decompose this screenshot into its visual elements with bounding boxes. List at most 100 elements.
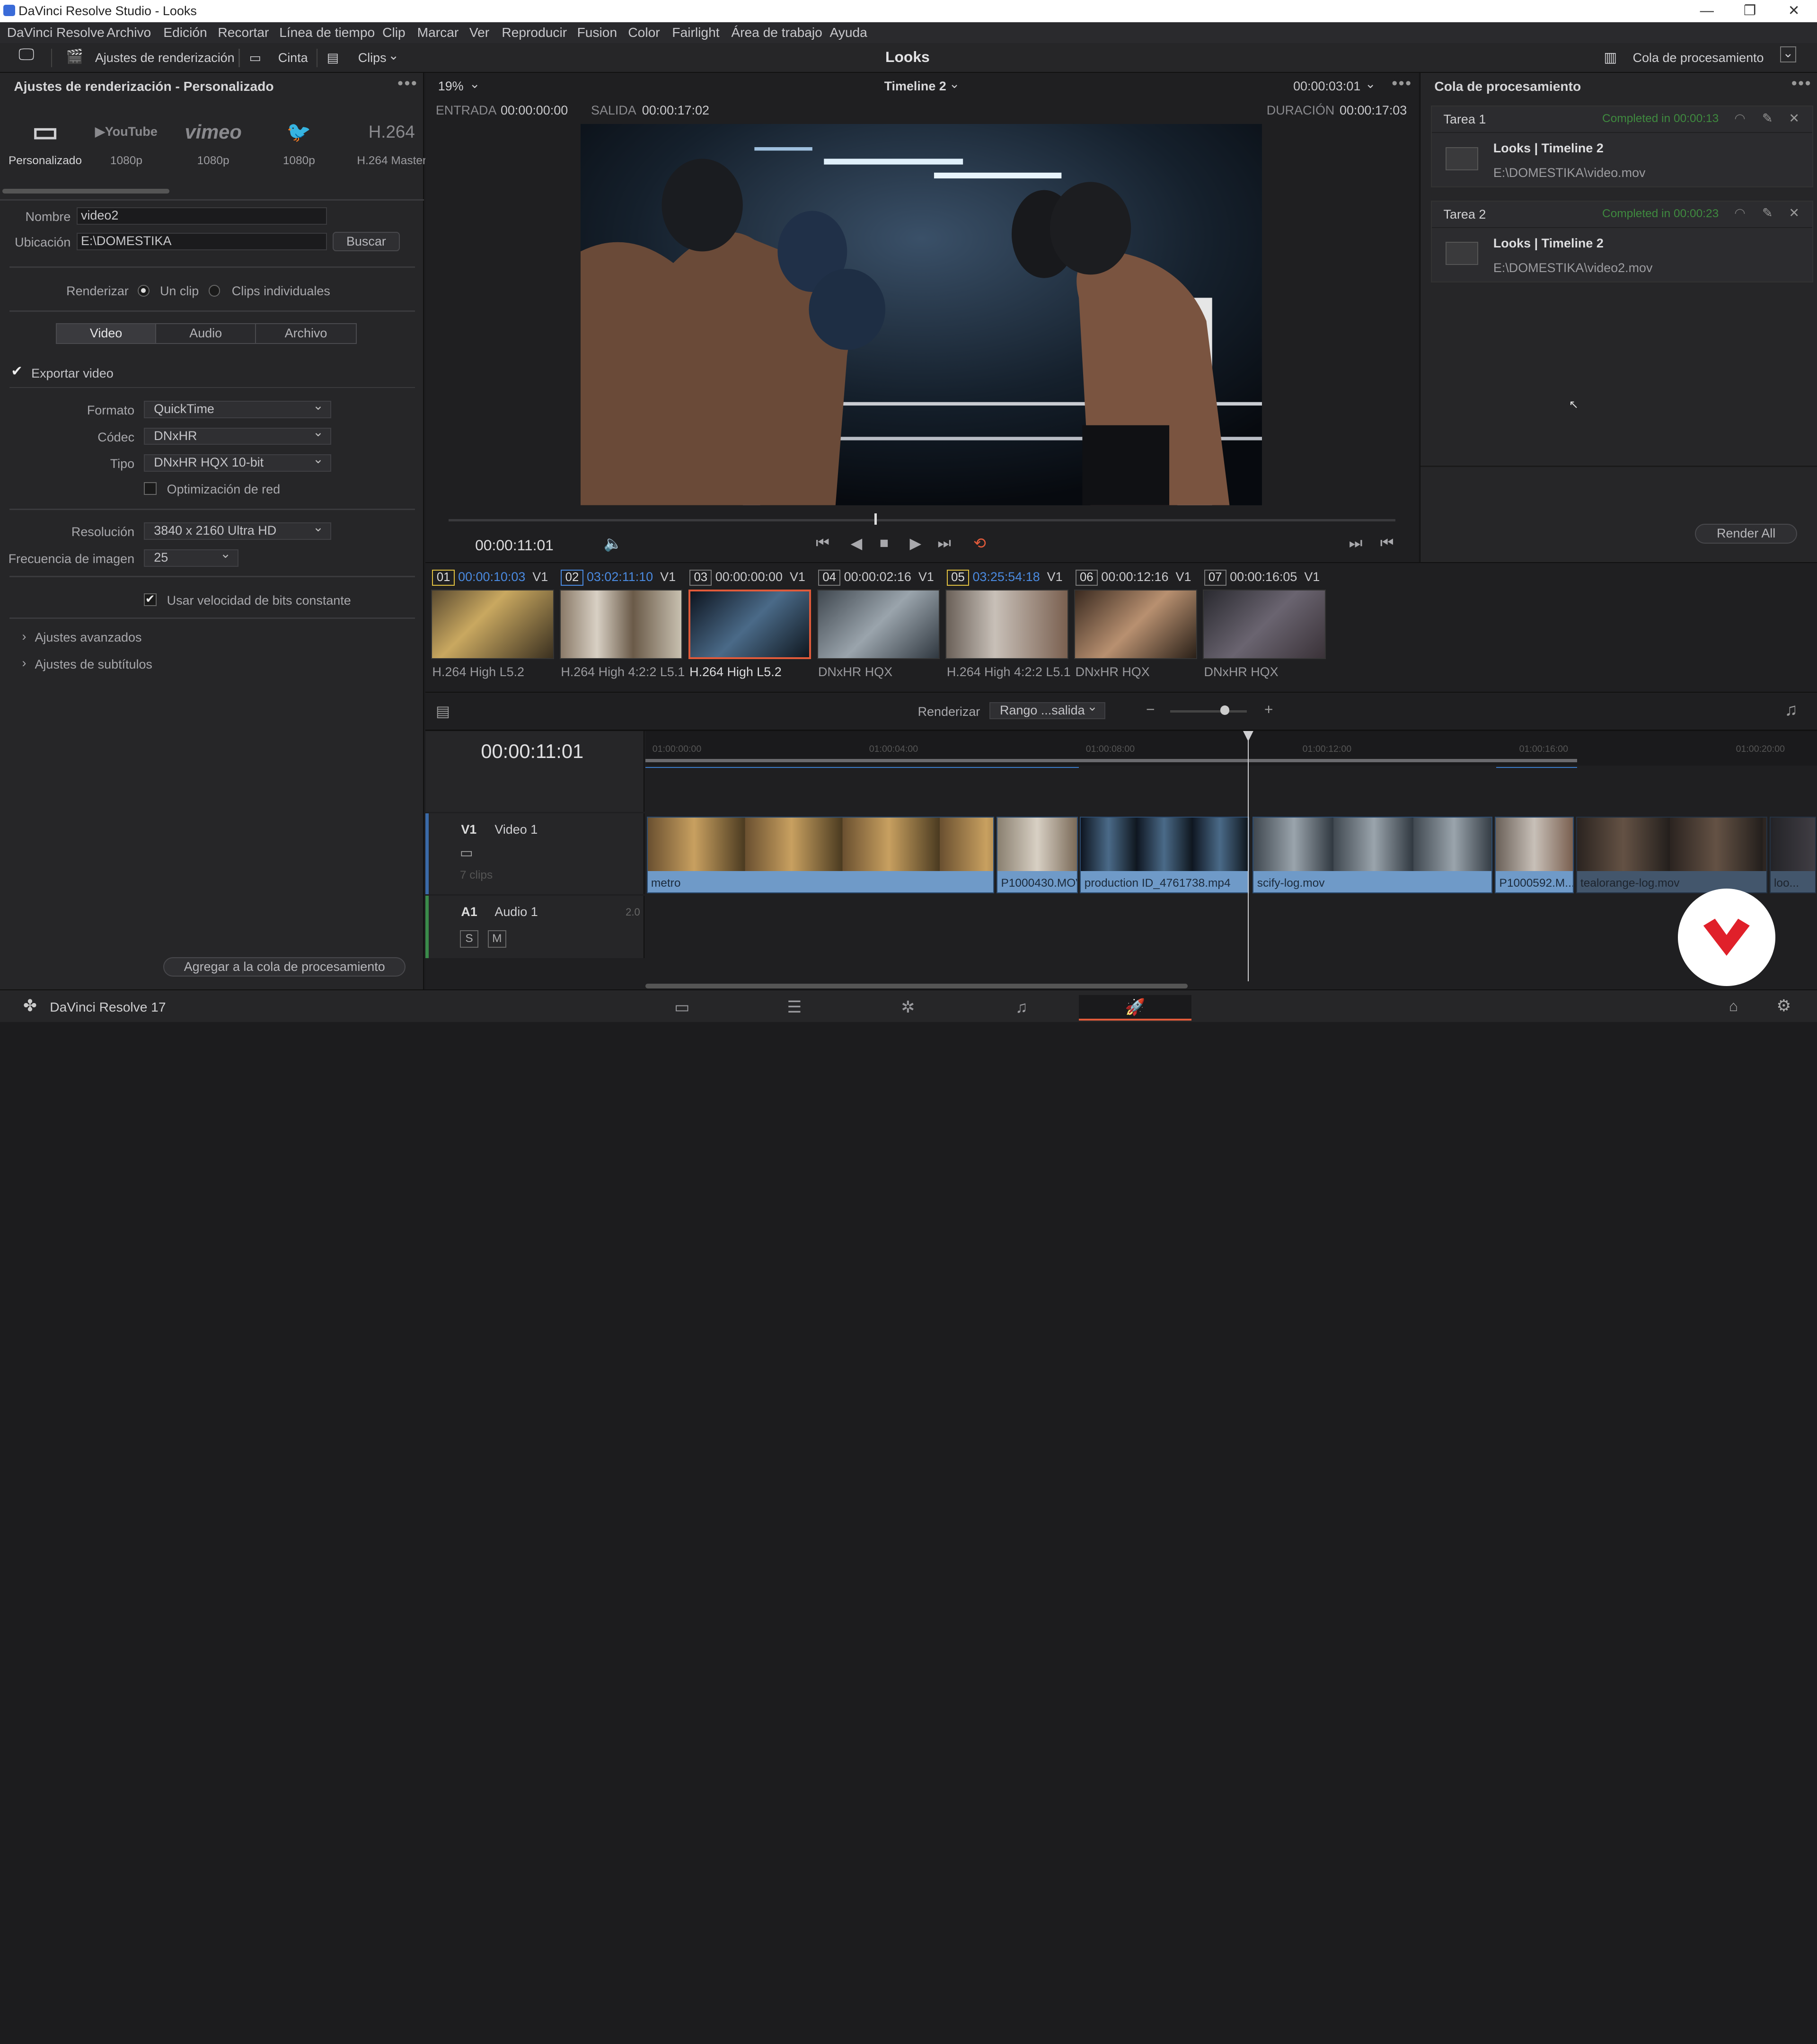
menu-davinci[interactable]: DaVinci Resolve	[7, 23, 105, 42]
menu-recortar[interactable]: Recortar	[218, 23, 269, 42]
advanced-settings-toggle[interactable]: Ajustes avanzados	[35, 630, 141, 645]
timeline-playhead[interactable]	[1247, 731, 1249, 981]
fairlight-page-icon[interactable]: ♫	[965, 995, 1078, 1021]
timeline-clip-6[interactable]: tealorange-log.mov	[1576, 817, 1767, 893]
close-button[interactable]: ✕	[1773, 0, 1815, 22]
advanced-chevron-icon[interactable]: ›	[22, 629, 26, 644]
remove-icon[interactable]: ✕	[1789, 111, 1799, 126]
framerate-dropdown[interactable]: 25	[143, 546, 239, 567]
go-to-start-icon[interactable]: ⏮	[816, 534, 829, 552]
media-page-icon[interactable]: ▭	[626, 995, 738, 1021]
clip-thumbnail-6[interactable]	[1074, 590, 1197, 659]
preset-h264[interactable]: H.264 H.264 Master	[351, 115, 432, 167]
subtitle-settings-toggle[interactable]: Ajustes de subtítulos	[35, 657, 152, 672]
queue-options-icon[interactable]: •••	[1791, 74, 1812, 93]
menu-clip[interactable]: Clip	[382, 23, 406, 42]
clip-thumbnail-5[interactable]	[945, 590, 1068, 659]
clip-thumbnail-7[interactable]	[1203, 590, 1326, 659]
clip-thumbnail-2[interactable]	[559, 590, 683, 659]
scrub-bar[interactable]	[448, 519, 1395, 522]
deliver-page-icon[interactable]: 🚀	[1079, 995, 1191, 1021]
cbr-checkbox[interactable]: ✔	[143, 593, 157, 606]
music-note-icon[interactable]: ♫	[1784, 700, 1798, 720]
menu-archivo[interactable]: Archivo	[106, 23, 151, 42]
network-optimization-checkbox[interactable]	[143, 482, 157, 495]
menu-area-trabajo[interactable]: Área de trabajo	[731, 23, 822, 42]
edit-icon[interactable]: ✎	[1762, 206, 1773, 220]
edit-page-icon[interactable]: ☰	[738, 995, 851, 1021]
name-field[interactable]: video2	[76, 207, 327, 225]
timeline-view-icon[interactable]: ▤	[436, 702, 450, 720]
zoom-chevron-icon[interactable]: ⌄	[469, 77, 480, 91]
menu-color[interactable]: Color	[628, 23, 660, 42]
restore-button[interactable]: ❐	[1729, 0, 1771, 22]
play-icon[interactable]: ▶	[909, 534, 921, 552]
single-clip-radio[interactable]	[138, 285, 150, 297]
render-settings-toggle[interactable]: Ajustes de renderización	[95, 50, 235, 66]
reverse-icon[interactable]: ◀	[851, 534, 862, 552]
add-to-queue-button[interactable]: Agregar a la cola de procesamiento	[163, 957, 406, 977]
zoom-level[interactable]: 19%	[438, 79, 464, 94]
zoom-slider-handle[interactable]	[1220, 705, 1230, 715]
viewer-options-icon[interactable]: •••	[1392, 74, 1412, 93]
preset-youtube[interactable]: ▶YouTube 1080p	[86, 115, 167, 167]
collapse-icon[interactable]: ⌄	[1780, 46, 1796, 63]
tab-archivo[interactable]: Archivo	[255, 323, 357, 344]
menu-ver[interactable]: Ver	[469, 23, 489, 42]
subtitles-chevron-icon[interactable]: ›	[22, 656, 26, 670]
go-to-end-icon[interactable]: ⏭	[937, 534, 951, 552]
render-queue-toggle[interactable]: Cola de procesamiento	[1633, 50, 1764, 66]
timeline-clip-1[interactable]: metro	[646, 817, 995, 893]
preset-custom[interactable]: ▭ Personalizado	[5, 115, 86, 167]
home-icon[interactable]: ⌂	[1729, 997, 1738, 1015]
clips-toggle[interactable]: Clips	[358, 50, 387, 66]
next-frame-icon[interactable]: ⏭	[1349, 534, 1363, 552]
options-icon[interactable]: •••	[397, 74, 418, 93]
volume-icon[interactable]: 🔈	[604, 534, 623, 552]
zoom-in-icon[interactable]: +	[1264, 701, 1273, 718]
timeline-clip-4[interactable]: scify-log.mov	[1252, 817, 1493, 893]
zoom-slider[interactable]	[1170, 710, 1247, 713]
timeline-clip-7[interactable]: loo...	[1769, 817, 1816, 893]
timeline-clip-5[interactable]: P1000592.M...	[1495, 817, 1574, 893]
menu-ayuda[interactable]: Ayuda	[829, 23, 867, 42]
render-range-dropdown[interactable]: Rango ...salida	[989, 699, 1106, 720]
clip-thumbnail-4[interactable]	[817, 590, 940, 659]
timeline-chevron-icon[interactable]: ⌄	[949, 77, 960, 91]
timeline-scrollbar[interactable]	[645, 983, 1188, 988]
browse-button[interactable]: Buscar	[332, 231, 400, 252]
video-preview[interactable]	[580, 124, 1262, 505]
menu-linea-tiempo[interactable]: Línea de tiempo	[279, 23, 375, 42]
codec-dropdown[interactable]: DNxHR	[143, 425, 332, 445]
menu-marcar[interactable]: Marcar	[417, 23, 459, 42]
menu-edicion[interactable]: Edición	[163, 23, 207, 42]
previous-frame-icon[interactable]: ⏮	[1380, 534, 1394, 552]
settings-icon[interactable]: ⚙	[1776, 996, 1791, 1015]
individual-clips-radio[interactable]	[208, 285, 221, 297]
timeline-name[interactable]: Timeline 2	[884, 79, 946, 94]
format-dropdown[interactable]: QuickTime	[143, 398, 332, 419]
loop-icon[interactable]: ⟲	[973, 534, 986, 552]
chevron-down-icon[interactable]: ⌄	[388, 47, 399, 63]
scrub-playhead[interactable]	[874, 513, 877, 525]
timeline-clip-3[interactable]: production ID_4761738.mp4	[1080, 817, 1249, 893]
monitor-icon[interactable]: 🖵	[18, 46, 34, 62]
render-all-button[interactable]: Render All	[1695, 523, 1797, 544]
stop-icon[interactable]: ■	[880, 534, 889, 552]
track-monitor-icon[interactable]: ▭	[460, 845, 473, 861]
solo-button[interactable]: S	[459, 930, 479, 948]
tape-toggle[interactable]: Cinta	[278, 50, 308, 66]
minimize-button[interactable]: —	[1686, 0, 1728, 22]
location-field[interactable]: E:\DOMESTIKA	[76, 233, 327, 250]
menu-fairlight[interactable]: Fairlight	[672, 23, 719, 42]
export-video-checkbox[interactable]: ✔	[10, 364, 23, 379]
remove-icon[interactable]: ✕	[1789, 206, 1799, 220]
tab-video[interactable]: Video	[55, 323, 157, 344]
zoom-out-icon[interactable]: −	[1146, 701, 1155, 718]
menu-fusion[interactable]: Fusion	[577, 23, 617, 42]
presets-scrollbar[interactable]	[2, 189, 169, 194]
preset-vimeo[interactable]: vimeo 1080p	[173, 115, 254, 167]
type-dropdown[interactable]: DNxHR HQX 10-bit	[143, 452, 332, 472]
timecode-chevron-icon[interactable]: ⌄	[1365, 77, 1376, 91]
clip-thumbnail-1[interactable]	[431, 590, 554, 659]
